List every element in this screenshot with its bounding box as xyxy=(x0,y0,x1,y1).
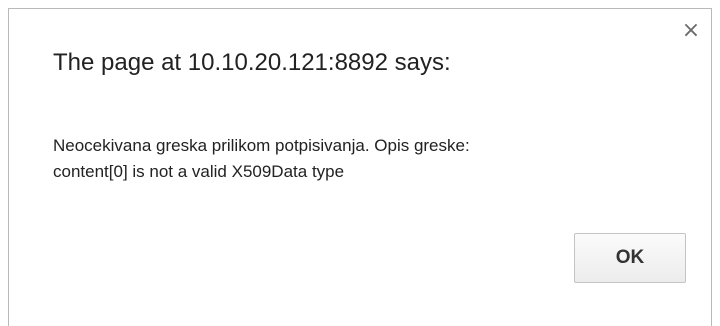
ok-button[interactable]: OK xyxy=(574,233,686,283)
dialog-title: The page at 10.10.20.121:8892 says: xyxy=(53,49,451,76)
message-line-2: content[0] is not a valid X509Data type xyxy=(53,162,345,181)
dialog-message: Neocekivana greska prilikom potpisivanja… xyxy=(53,133,673,185)
close-icon[interactable]: × xyxy=(681,20,701,42)
message-line-1: Neocekivana greska prilikom potpisivanja… xyxy=(53,136,470,155)
alert-dialog: × The page at 10.10.20.121:8892 says: Ne… xyxy=(8,8,712,326)
